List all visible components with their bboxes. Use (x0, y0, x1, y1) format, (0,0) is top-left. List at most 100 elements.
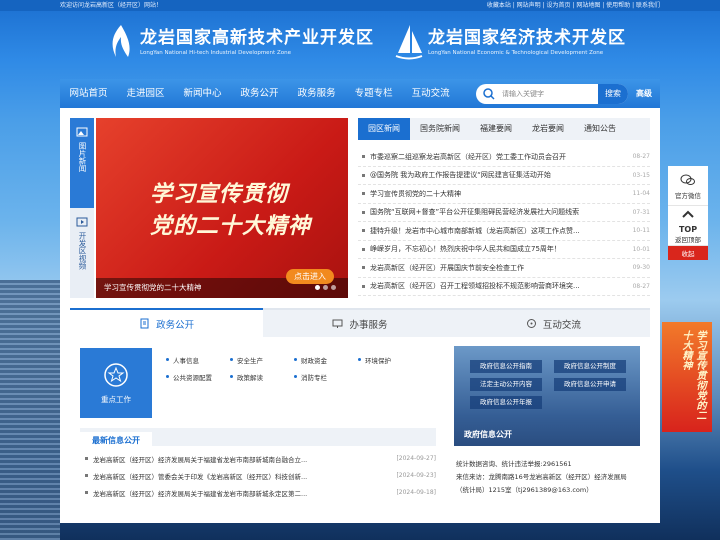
latest-info-header: 最新信息公开 (80, 428, 436, 450)
news-title: 龙岩高新区（经开区）召开工程领域招投标不规范影响营商环境突... (370, 282, 580, 291)
news-title: 龙岩高新区（经开区）开展国庆节前安全检查工作 (370, 263, 524, 272)
link-personnel[interactable]: 人事信息 (166, 355, 230, 365)
gov-system-button[interactable]: 政府信息公开制度 (554, 360, 626, 373)
flame-logo-icon (112, 25, 130, 57)
wechat-icon (680, 174, 695, 185)
wechat-button[interactable]: 官方微信 (668, 166, 708, 206)
link-fire[interactable]: 消防专栏 (294, 372, 358, 382)
search-input[interactable]: 请输入关键字 (502, 89, 598, 99)
section-tabs: 政务公开 办事服务 互动交流 (70, 308, 650, 337)
news-title: 市委巡察二组巡察龙岩高新区（经开区）党工委工作动员会召开 (370, 152, 566, 161)
arrow-up-icon (682, 210, 694, 218)
tab-fujian-news[interactable]: 福建要闻 (470, 118, 522, 140)
nav-topics[interactable]: 专题专栏 (345, 79, 402, 108)
document-icon (140, 318, 149, 329)
news-date: 03-15 (632, 171, 650, 179)
search-button[interactable]: 搜索 (598, 84, 628, 104)
link-environment[interactable]: 环境保护 (358, 355, 422, 365)
top-links[interactable]: 收藏本站 | 网站声明 | 设为首页 | 网站地图 | 使用帮助 | 联系我们 (487, 0, 660, 11)
info-date: [2024-09-27] (396, 455, 436, 462)
gov-guide-button[interactable]: 政府信息公开指南 (470, 360, 542, 373)
econ-zone-logo[interactable]: 龙岩国家经济技术开发区 LongYan National Economic & … (394, 23, 626, 61)
tab-gov-open-label: 政务公开 (156, 319, 195, 331)
tab-video[interactable]: 开发区视频 (70, 208, 94, 298)
news-title: 国务院“互联网+督查”平台公开征集阻碍民营经济发展社大问题线索 (370, 208, 580, 217)
news-list: 市委巡察二组巡察龙岩高新区（经开区）党工委工作动员会召开 08-27 @国务院 我… (358, 148, 650, 296)
gov-open-links: 人事信息 安全生产 财政资金 环境保护 公共资源配置 政策解读 消防专栏 (166, 351, 446, 385)
tab-park-news[interactable]: 园区新闻 (358, 118, 410, 140)
news-item[interactable]: 学习宣传贯彻党的二十大精神 11-04 (358, 185, 650, 204)
floating-toolbar: 官方微信 TOP 返回顶部 收起 (668, 166, 708, 260)
news-item[interactable]: 峥嵘岁月，不忘初心！热烈庆祝中华人民共和国成立75周年！ 10-01 (358, 241, 650, 259)
banner-line-1: 学习宣传贯彻 (150, 182, 289, 207)
tab-video-label: 开发区视频 (78, 232, 87, 270)
gov-info-panel: 政府信息公开指南 政府信息公开制度 法定主动公开内容 政府信息公开申请 政府信息… (454, 346, 640, 446)
latest-info-title[interactable]: 最新信息公开 (80, 432, 152, 450)
news-date: 11-04 (632, 190, 650, 198)
news-item[interactable]: 龙岩高新区（经开区）召开工程领域招投标不规范影响营商环境突... 08-27 (358, 278, 650, 296)
contact-info: 统计数据咨询、统计违法举报:2961561 来信来访：龙腾南路16号龙岩高新区（… (456, 458, 646, 497)
news-item[interactable]: 龙岩高新区（经开区）开展国庆节前安全检查工作 09-30 (358, 259, 650, 278)
news-date: 10-11 (632, 227, 650, 235)
banner-enter-button[interactable]: 点击进入 (286, 269, 334, 284)
news-item[interactable]: 市委巡察二组巡察龙岩高新区（经开区）党工委工作动员会召开 08-27 (358, 148, 650, 167)
hitech-zone-logo[interactable]: 龙岩国家高新技术产业开发区 LongYan National Hi-tech I… (106, 23, 374, 61)
collapse-button[interactable]: 收起 (668, 246, 708, 260)
search-box: 请输入关键字 搜索 (476, 84, 628, 104)
carousel-dot[interactable] (331, 285, 336, 290)
logo-en-2: LongYan National Economic & Technologica… (428, 50, 604, 56)
gov-panel-title: 政府信息公开 (464, 430, 512, 439)
nav-interaction[interactable]: 互动交流 (402, 79, 459, 108)
banner-line-2: 党的二十大精神 (150, 214, 312, 239)
link-policy[interactable]: 政策解读 (230, 372, 294, 382)
contact-line: 来信来访：龙腾南路16号龙岩高新区（经开区）经济发展局 (456, 473, 627, 481)
feature-banner[interactable]: 学习宣传贯彻 党的二十大精神 学习宣传贯彻党的二十大精神 点击进入 (96, 118, 348, 298)
news-date: 07-31 (632, 208, 650, 216)
link-public-resources[interactable]: 公共资源配置 (166, 372, 230, 382)
tab-services[interactable]: 办事服务 (263, 308, 457, 337)
nav-gov-open[interactable]: 政务公开 (231, 79, 288, 108)
side-poster[interactable]: 学习宣传贯彻党的二十大精神 (662, 322, 712, 432)
chat-icon (526, 319, 536, 328)
key-work-button[interactable]: 重点工作 (80, 348, 152, 418)
tab-interaction[interactable]: 互动交流 (456, 308, 650, 337)
news-item[interactable]: @国务院 我为政府工作报告提建议“网民建言征集活动开始 03-15 (358, 167, 650, 185)
info-item[interactable]: 龙岩高新区（经开区）经济发展局关于福建省龙岩市南部新城南台融合立... [2024… (80, 450, 436, 467)
info-item[interactable]: 龙岩高新区（经开区）经济发展局关于福建省龙岩市南部新城永定区第二... [2024… (80, 484, 436, 501)
back-to-top-button[interactable]: TOP 返回顶部 (668, 206, 708, 246)
news-title: @国务院 我为政府工作报告提建议“网民建言征集活动开始 (370, 171, 551, 180)
tab-notices[interactable]: 通知公告 (574, 118, 626, 140)
contact-line: （统计局）1215室（tj2961389@163.com） (456, 486, 593, 494)
tab-gov-open[interactable]: 政务公开 (70, 308, 264, 337)
tab-longyan-news[interactable]: 龙岩要闻 (522, 118, 574, 140)
nav-home[interactable]: 网站首页 (60, 79, 117, 108)
gov-apply-button[interactable]: 政府信息公开申请 (554, 378, 626, 391)
nav-park[interactable]: 走进园区 (117, 79, 174, 108)
gov-report-button[interactable]: 政府信息公开年报 (470, 396, 542, 409)
image-icon (76, 127, 88, 137)
tab-state-council-news[interactable]: 国务院新闻 (410, 118, 470, 140)
tab-photo-news-label: 图片新闻 (78, 142, 87, 172)
news-date: 09-30 (632, 264, 650, 272)
nav-news[interactable]: 新闻中心 (174, 79, 231, 108)
advanced-search-link[interactable]: 高级 (636, 79, 652, 108)
news-tabs: 园区新闻 国务院新闻 福建要闻 龙岩要闻 通知公告 (358, 118, 650, 140)
nav-gov-service[interactable]: 政务服务 (288, 79, 345, 108)
gov-content-button[interactable]: 法定主动公开内容 (470, 378, 542, 391)
sail-logo-icon (395, 25, 423, 60)
info-title: 龙岩高新区（经开区）管委会关于印发《龙岩高新区（经开区）科技创新... (93, 472, 308, 481)
carousel-dot[interactable] (315, 285, 320, 290)
info-item[interactable]: 龙岩高新区（经开区）管委会关于印发《龙岩高新区（经开区）科技创新... [2024… (80, 467, 436, 484)
link-finance[interactable]: 财政资金 (294, 355, 358, 365)
info-date: [2024-09-23] (396, 472, 436, 479)
info-date: [2024-09-18] (396, 489, 436, 496)
info-title: 龙岩高新区（经开区）经济发展局关于福建省龙岩市南部新城南台融合立... (93, 455, 308, 464)
background-building (0, 280, 60, 540)
carousel-dot[interactable] (323, 285, 328, 290)
media-side-tabs: 图片新闻 开发区视频 (70, 118, 94, 298)
tab-photo-news[interactable]: 图片新闻 (70, 118, 94, 208)
news-item[interactable]: 国务院“互联网+督查”平台公开征集阻碍民营经济发展社大问题线索 07-31 (358, 204, 650, 222)
news-item[interactable]: 捷特升级！龙岩市中心城市南部新城（龙岩高新区）这项工作点赞... 10-11 (358, 222, 650, 241)
link-safety[interactable]: 安全生产 (230, 355, 294, 365)
info-title: 龙岩高新区（经开区）经济发展局关于福建省龙岩市南部新城永定区第二... (93, 489, 308, 498)
